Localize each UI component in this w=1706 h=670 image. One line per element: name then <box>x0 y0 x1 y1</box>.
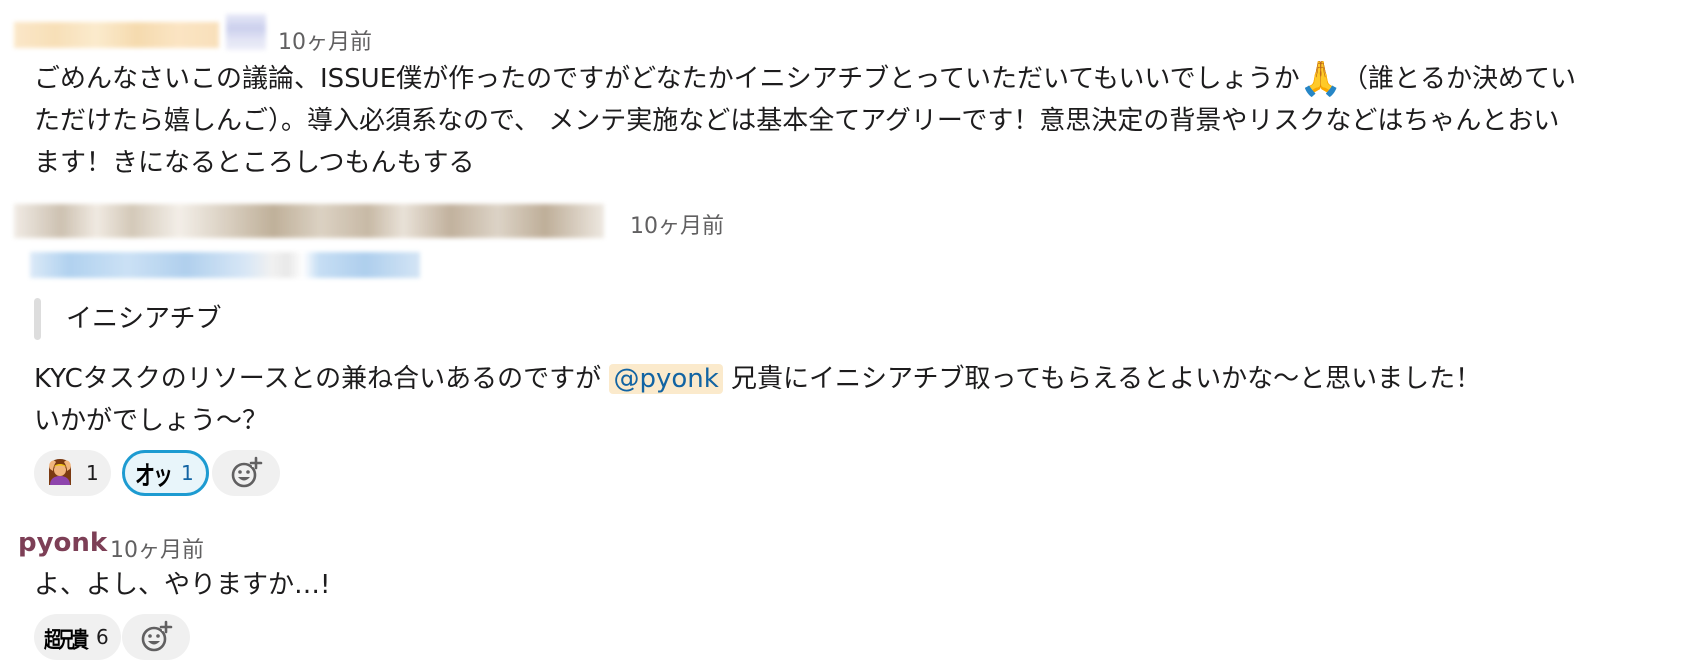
reaction-button[interactable]: 1 <box>34 450 111 496</box>
link-redacted[interactable] <box>30 252 420 278</box>
reaction-count: 1 <box>181 461 194 485</box>
person-gesturing-ok-icon <box>49 459 71 485</box>
message-timestamp[interactable]: 10ヶ月前 <box>110 532 204 564</box>
add-reaction-button[interactable] <box>122 614 190 660</box>
add-reaction-button[interactable] <box>212 450 280 496</box>
custom-emoji-icon: オッ <box>135 459 173 491</box>
custom-emoji-icon: 超兄貴 <box>44 627 89 654</box>
add-reaction-icon <box>231 456 263 488</box>
message-line: いかがでしょう〜？ <box>34 406 269 436</box>
message-timestamp[interactable]: 10ヶ月前 <box>630 208 724 240</box>
message-text-segment: KYCタスクのリソースとの兼ね合いあるのですが <box>34 364 610 394</box>
message-text-segment: 兄貴にイニシアチブ取ってもらえるとよいかな〜と思いました！ <box>722 364 1482 394</box>
folded-hands-emoji-icon: 🙏 <box>1299 59 1342 99</box>
message-line: （誰とるか決めてい <box>1341 64 1576 94</box>
message-text: KYCタスクのリソースとの兼ね合いあるのですが @pyonk 兄貴にイニシアチブ… <box>34 358 1481 400</box>
reaction-count: 6 <box>96 625 109 649</box>
message-line: ごめんなさいこの議論、ISSUE僕が作ったのですがどなたかイニシアチブとっていた… <box>34 64 1300 94</box>
author-name[interactable]: pyonk <box>18 528 107 558</box>
reaction-count: 1 <box>86 461 99 485</box>
user-mention[interactable]: @pyonk <box>609 364 723 394</box>
quote-text: イニシアチブ <box>66 304 222 334</box>
author-name-redacted[interactable] <box>14 22 219 48</box>
add-reaction-icon <box>141 620 173 652</box>
message-line: ます！きになるところしつもんもする <box>34 148 475 178</box>
reaction-button[interactable]: 超兄貴 6 <box>34 614 121 660</box>
author-name-redacted[interactable] <box>14 204 604 238</box>
quote-bar <box>34 298 41 340</box>
message-text: よ、よし、やりますか…! <box>34 570 331 600</box>
message-timestamp[interactable]: 10ヶ月前 <box>278 24 372 56</box>
reaction-button[interactable]: オッ 1 <box>122 450 209 496</box>
avatar-redacted[interactable] <box>226 14 266 50</box>
message-line: ただけたら嬉しんご）。導入必須系なので、 メンテ実施などは基本全てアグリーです！… <box>34 106 1560 136</box>
message-text: ごめんなさいこの議論、ISSUE僕が作ったのですがどなたかイニシアチブとっていた… <box>34 58 1576 100</box>
